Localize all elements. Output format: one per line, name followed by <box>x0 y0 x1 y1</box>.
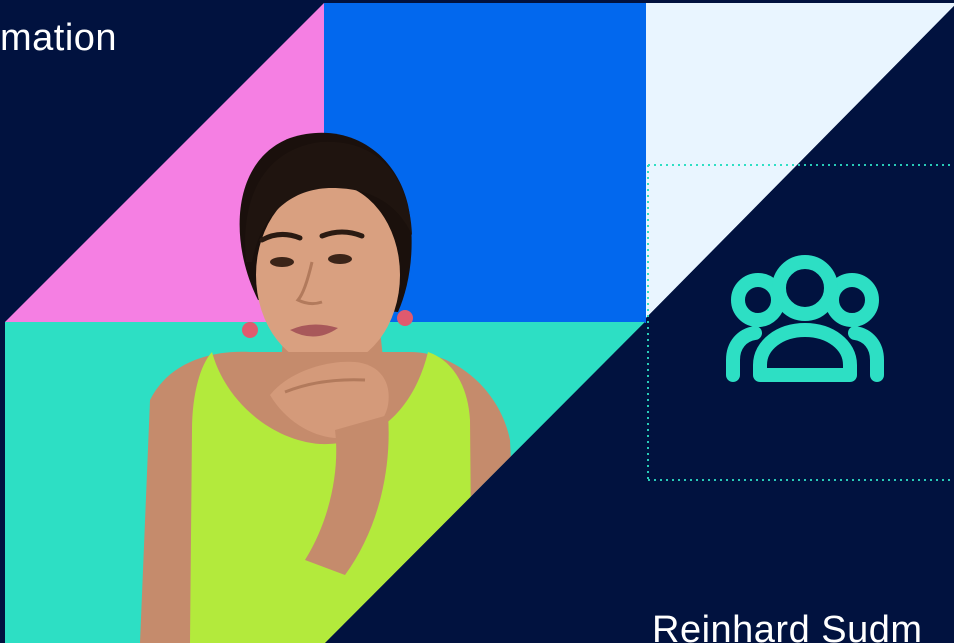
person-face <box>256 183 400 367</box>
presenter-name: Reinhard Sudm <box>652 609 923 643</box>
slide-artwork <box>5 3 954 643</box>
presentation-slide: mation Reinhard Sudm <box>0 0 954 643</box>
slide-title-fragment: mation <box>0 17 118 59</box>
person-earring-left <box>242 322 258 338</box>
person-earring-right <box>397 310 413 326</box>
